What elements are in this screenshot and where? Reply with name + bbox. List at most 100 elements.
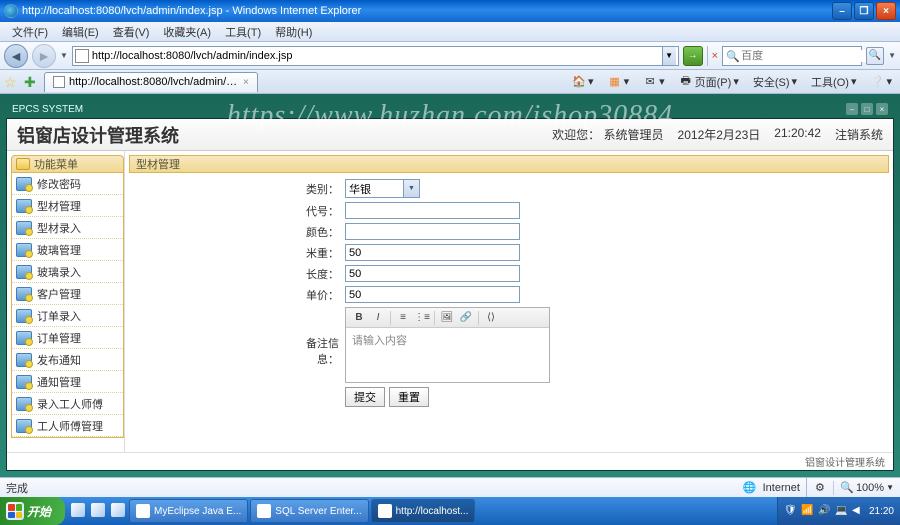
- protected-mode-icon: ⚙: [813, 481, 827, 495]
- label-code: 代号：: [289, 203, 339, 219]
- tray-monitor-icon[interactable]: 💻: [835, 505, 848, 518]
- page-button[interactable]: 🖶页面(P)▾: [675, 73, 743, 91]
- tray-clock[interactable]: 21:20: [869, 506, 894, 517]
- folder-icon: [16, 158, 30, 170]
- back-button[interactable]: ◄: [4, 44, 28, 68]
- sidebar-item-label: 通知管理: [37, 374, 81, 390]
- menu-item-icon: [16, 309, 32, 323]
- url-input[interactable]: [92, 50, 662, 62]
- sidebar-item-5[interactable]: 客户管理: [12, 283, 123, 305]
- stop-icon[interactable]: ×: [712, 50, 718, 62]
- sidebar-item-4[interactable]: 玻璃录入: [12, 261, 123, 283]
- task-app-icon: [378, 504, 392, 518]
- tray-volume-icon[interactable]: 🔊: [818, 505, 831, 518]
- taskbar-item-2[interactable]: http://localhost...: [371, 499, 476, 523]
- menu-item-icon: [16, 331, 32, 345]
- label-remark: 备注信息：: [289, 335, 339, 367]
- nav-dropdown-icon[interactable]: ▼: [60, 51, 68, 60]
- sidebar-item-9[interactable]: 通知管理: [12, 371, 123, 393]
- sidebar-item-6[interactable]: 订单录入: [12, 305, 123, 327]
- sidebar-item-10[interactable]: 录入工人师傅: [12, 393, 123, 415]
- zoom-dropdown-icon[interactable]: ▼: [886, 483, 894, 492]
- sidebar-item-2[interactable]: 型材录入: [12, 217, 123, 239]
- menu-help[interactable]: 帮助(H): [269, 22, 318, 42]
- help-icon: ❔: [870, 75, 884, 89]
- editor-ul-button[interactable]: ⋮≡: [413, 310, 431, 326]
- forward-button[interactable]: ►: [32, 44, 56, 68]
- label-unitprice: 单价：: [289, 287, 339, 303]
- menu-view[interactable]: 查看(V): [107, 22, 156, 42]
- logout-link[interactable]: 注销系统: [835, 126, 883, 143]
- editor-bold-button[interactable]: B: [350, 310, 368, 326]
- mail-button[interactable]: ✉▾: [639, 74, 669, 90]
- menu-file[interactable]: 文件(F): [6, 22, 54, 42]
- menu-edit[interactable]: 编辑(E): [56, 22, 105, 42]
- select-category[interactable]: 华银 ▼: [345, 179, 420, 198]
- editor-ol-button[interactable]: ≡: [394, 310, 412, 326]
- input-color[interactable]: [345, 223, 520, 240]
- menu-item-icon: [16, 243, 32, 257]
- input-code[interactable]: [345, 202, 520, 219]
- editor-textarea[interactable]: 请输入内容: [346, 328, 549, 382]
- sidebar-item-11[interactable]: 工人师傅管理: [12, 415, 123, 437]
- reset-button[interactable]: 重置: [389, 387, 429, 407]
- sidebar-item-0[interactable]: 修改密码: [12, 173, 123, 195]
- favorites-icon[interactable]: ☆: [4, 74, 20, 90]
- editor-link-button[interactable]: 🔗: [457, 310, 475, 326]
- menu-item-icon: [16, 221, 32, 235]
- tray-more-icon[interactable]: ◀: [852, 505, 865, 518]
- editor-image-button[interactable]: 🖼: [438, 310, 456, 326]
- maximize-button[interactable]: ❐: [854, 2, 874, 20]
- search-dropdown-icon[interactable]: ▼: [888, 51, 896, 60]
- internet-icon: 🌐: [743, 481, 757, 495]
- search-box: 🔍: [722, 46, 862, 66]
- browser-tab[interactable]: http://localhost:8080/lvch/admin/index.j…: [44, 72, 258, 92]
- sidebar-item-8[interactable]: 发布通知: [12, 349, 123, 371]
- url-dropdown-icon[interactable]: ▼: [662, 47, 676, 65]
- safety-button[interactable]: 安全(S)▾: [749, 73, 801, 91]
- menu-tools[interactable]: 工具(T): [219, 22, 267, 42]
- zone-label: Internet: [763, 482, 800, 494]
- add-favorite-icon[interactable]: ✚: [24, 74, 40, 90]
- submit-button[interactable]: 提交: [345, 387, 385, 407]
- editor-code-button[interactable]: ⟨⟩: [482, 310, 500, 326]
- close-window-button[interactable]: ×: [876, 2, 896, 20]
- zoom-icon[interactable]: 🔍: [840, 481, 854, 495]
- tools-button[interactable]: 工具(O)▾: [807, 73, 860, 91]
- input-length[interactable]: [345, 265, 520, 282]
- quicklaunch-2[interactable]: [109, 499, 127, 521]
- taskbar-item-0[interactable]: MyEclipse Java E...: [129, 499, 248, 523]
- chevron-down-icon: ▼: [403, 180, 419, 197]
- search-button[interactable]: 🔍: [866, 47, 884, 65]
- help-button[interactable]: ❔▾: [866, 74, 896, 90]
- sidebar-item-1[interactable]: 型材管理: [12, 195, 123, 217]
- tray-network-icon[interactable]: 📶: [801, 505, 814, 518]
- tray-shield-icon[interactable]: 🛡: [784, 505, 797, 518]
- go-button[interactable]: →: [683, 46, 703, 66]
- menu-favorites[interactable]: 收藏夹(A): [157, 22, 217, 42]
- menu-item-icon: [16, 375, 32, 389]
- start-button[interactable]: 开始: [0, 497, 65, 525]
- quicklaunch-0[interactable]: [69, 499, 87, 521]
- sidebar-item-7[interactable]: 订单管理: [12, 327, 123, 349]
- input-unitprice[interactable]: [345, 286, 520, 303]
- input-meter[interactable]: [345, 244, 520, 261]
- home-button[interactable]: 🏠▾: [568, 74, 598, 90]
- label-category: 类别：: [289, 181, 339, 197]
- sidebar-item-label: 型材管理: [37, 198, 81, 214]
- menu-item-icon: [16, 177, 32, 191]
- quicklaunch-1[interactable]: [89, 499, 107, 521]
- taskbar-item-1[interactable]: SQL Server Enter...: [250, 499, 368, 523]
- search-engine-icon[interactable]: 🔍: [726, 50, 738, 62]
- zoom-value[interactable]: 100%: [856, 482, 884, 494]
- minimize-button[interactable]: –: [832, 2, 852, 20]
- app-max-icon[interactable]: □: [861, 103, 873, 115]
- app-close-icon[interactable]: ×: [876, 103, 888, 115]
- feed-button[interactable]: ▦▾: [604, 74, 634, 90]
- app-min-icon[interactable]: –: [846, 103, 858, 115]
- editor-italic-button[interactable]: I: [369, 310, 387, 326]
- tab-close-icon[interactable]: ×: [243, 77, 249, 88]
- search-input[interactable]: [741, 50, 883, 62]
- sidebar-item-3[interactable]: 玻璃管理: [12, 239, 123, 261]
- page-icon: [75, 49, 89, 63]
